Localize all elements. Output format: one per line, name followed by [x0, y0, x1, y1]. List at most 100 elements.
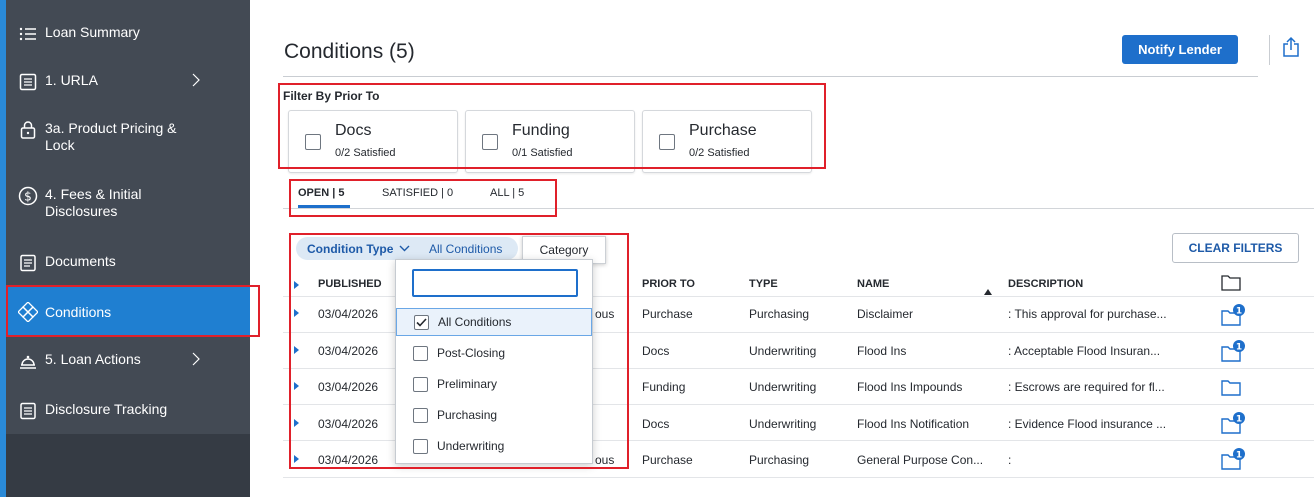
- cell-published: 03/04/2026: [318, 344, 379, 358]
- condition-type-dropdown: All Conditions Post-Closing Preliminary …: [395, 259, 593, 464]
- checkbox[interactable]: [413, 407, 428, 423]
- sidebar-item-label: Loan Summary: [45, 24, 140, 40]
- cell-type: Underwriting: [749, 344, 817, 358]
- table-divider: [283, 477, 1314, 478]
- folder-badge-icon[interactable]: 1: [1221, 447, 1245, 476]
- expand-all-icon[interactable]: [294, 281, 299, 289]
- sidebar-item-label: Conditions: [45, 303, 112, 320]
- sidebar-item-label: 4. Fees & Initial Disclosures: [45, 186, 142, 219]
- form-icon: [18, 72, 38, 92]
- column-header-published[interactable]: PUBLISHED: [318, 278, 382, 290]
- dropdown-option-all-conditions[interactable]: All Conditions: [396, 308, 592, 336]
- sidebar-item-label: 5. Loan Actions: [45, 351, 141, 367]
- row-expand-icon[interactable]: [294, 382, 299, 390]
- lock-icon: [18, 120, 38, 140]
- clear-filters-button[interactable]: CLEAR FILTERS: [1172, 233, 1299, 263]
- cell-type: Underwriting: [749, 417, 817, 431]
- sidebar-item-product-pricing[interactable]: 3a. Product Pricing & Lock: [6, 120, 250, 154]
- cell-name: Flood Ins: [857, 344, 907, 358]
- condition-type-filter-chip[interactable]: Condition Type: [296, 237, 420, 260]
- sidebar-item-label: 3a. Product Pricing & Lock: [45, 120, 177, 153]
- cell-name: General Purpose Con...: [857, 453, 984, 467]
- checkbox[interactable]: [413, 438, 428, 454]
- option-label: Underwriting: [437, 439, 505, 453]
- option-label: Post-Closing: [437, 346, 506, 360]
- cell-type: Purchasing: [749, 453, 810, 467]
- cell-description: : Escrows are required for fl...: [1008, 380, 1165, 394]
- cell-partial: ous: [595, 453, 615, 467]
- tab-satisfied[interactable]: SATISFIED | 0: [382, 187, 453, 199]
- chip-label: Condition Type: [307, 241, 394, 256]
- cell-type: Underwriting: [749, 380, 817, 394]
- tracking-icon: [18, 401, 38, 421]
- badge-count: 1: [1236, 415, 1242, 425]
- option-label: Purchasing: [437, 408, 498, 422]
- row-expand-icon[interactable]: [294, 346, 299, 354]
- dropdown-option-purchasing[interactable]: Purchasing: [396, 401, 592, 429]
- cell-prior-to: Docs: [642, 344, 670, 358]
- folder-badge-icon[interactable]: 1: [1221, 411, 1245, 440]
- dollar-icon: $: [18, 186, 38, 206]
- checkbox-checked[interactable]: [414, 314, 429, 330]
- sidebar-item-documents[interactable]: Documents: [6, 253, 250, 273]
- folder-icon[interactable]: [1221, 379, 1241, 401]
- tab-open[interactable]: OPEN | 5: [298, 187, 344, 199]
- sort-ascending-icon[interactable]: [984, 282, 992, 300]
- checkbox[interactable]: [413, 376, 428, 392]
- cell-partial: ous: [595, 307, 615, 321]
- checkbox[interactable]: [413, 345, 428, 361]
- sidebar-footer: [6, 434, 250, 497]
- row-expand-icon[interactable]: [294, 455, 299, 463]
- cell-name: Disclaimer: [857, 307, 914, 321]
- page-title: Conditions (5): [284, 40, 415, 63]
- sidebar-item-fees[interactable]: $ 4. Fees & Initial Disclosures: [6, 186, 250, 220]
- filter-checkbox[interactable]: [482, 134, 498, 150]
- folder-badge-icon[interactable]: 1: [1221, 339, 1245, 368]
- filter-card-docs[interactable]: Docs 0/2 Satisfied: [288, 110, 458, 173]
- title-divider: [283, 76, 1258, 77]
- cell-description: : Evidence Flood insurance ...: [1008, 417, 1167, 431]
- column-header-description[interactable]: DESCRIPTION: [1008, 278, 1083, 290]
- filter-label: Filter By Prior To: [283, 89, 380, 103]
- cell-published: 03/04/2026: [318, 380, 379, 394]
- sidebar-item-conditions[interactable]: Conditions: [6, 287, 250, 337]
- share-icon[interactable]: [1282, 36, 1300, 63]
- sidebar-item-label: 1. URLA: [45, 72, 98, 88]
- column-header-name[interactable]: NAME: [857, 278, 889, 290]
- filter-card-status: 0/2 Satisfied: [689, 147, 750, 159]
- notify-lender-button[interactable]: Notify Lender: [1122, 35, 1238, 64]
- svg-text:$: $: [24, 190, 32, 204]
- filter-card-funding[interactable]: Funding 0/1 Satisfied: [465, 110, 635, 173]
- filter-card-name: Purchase: [689, 122, 757, 139]
- document-icon: [18, 253, 38, 273]
- row-expand-icon[interactable]: [294, 419, 299, 427]
- cell-published: 03/04/2026: [318, 307, 379, 321]
- column-header-prior-to[interactable]: PRIOR TO: [642, 278, 695, 290]
- dropdown-search-input[interactable]: [412, 269, 578, 297]
- folder-icon[interactable]: [1221, 274, 1241, 296]
- chevron-down-icon: [399, 245, 410, 252]
- checkmark-icon: [416, 317, 427, 327]
- all-conditions-chip[interactable]: All Conditions: [420, 237, 518, 260]
- sidebar-item-disclosure-tracking[interactable]: Disclosure Tracking: [6, 401, 250, 421]
- sidebar-item-loan-actions[interactable]: 5. Loan Actions: [6, 351, 250, 371]
- row-expand-icon[interactable]: [294, 309, 299, 317]
- dropdown-option-post-closing[interactable]: Post-Closing: [396, 339, 592, 367]
- sidebar-item-urla[interactable]: 1. URLA: [6, 72, 250, 92]
- filter-card-purchase[interactable]: Purchase 0/2 Satisfied: [642, 110, 812, 173]
- column-header-type[interactable]: TYPE: [749, 278, 778, 290]
- cell-prior-to: Funding: [642, 380, 686, 394]
- dropdown-option-underwriting[interactable]: Underwriting: [396, 432, 592, 460]
- tooltip-text: Category: [539, 243, 589, 257]
- option-label: Preliminary: [437, 377, 498, 391]
- filter-checkbox[interactable]: [305, 134, 321, 150]
- filter-checkbox[interactable]: [659, 134, 675, 150]
- bell-icon: [18, 351, 38, 371]
- tab-all[interactable]: ALL | 5: [490, 187, 524, 199]
- cell-description: : Acceptable Flood Insuran...: [1008, 344, 1161, 358]
- chevron-right-icon: [192, 352, 200, 370]
- sidebar-item-loan-summary[interactable]: Loan Summary: [6, 24, 250, 44]
- folder-badge-icon[interactable]: 1: [1221, 303, 1245, 332]
- dropdown-option-preliminary[interactable]: Preliminary: [396, 370, 592, 398]
- header-separator: [1269, 35, 1270, 65]
